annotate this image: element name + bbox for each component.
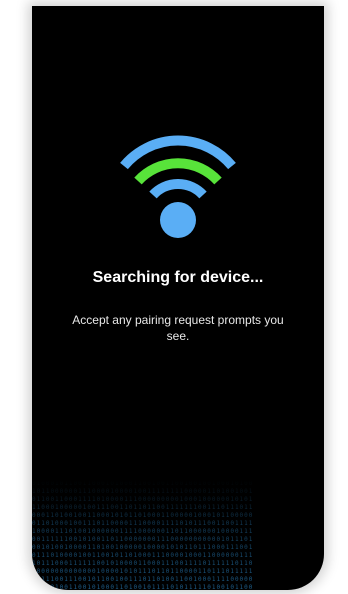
signal-arc-middle [134, 158, 222, 185]
pairing-instructions: Accept any pairing request prompts you s… [72, 313, 284, 343]
binary-rain-decoration: 0100010110011000101000110010011001001001… [32, 480, 254, 590]
signal-dot [160, 202, 196, 238]
searching-title: Searching for device... [92, 269, 264, 286]
stage: Searching for device... Accept any pairi… [0, 0, 348, 594]
phone-screen: Searching for device... Accept any pairi… [32, 6, 324, 590]
signal-arc-inner [149, 179, 207, 199]
wifi-signal-icon [120, 135, 236, 238]
